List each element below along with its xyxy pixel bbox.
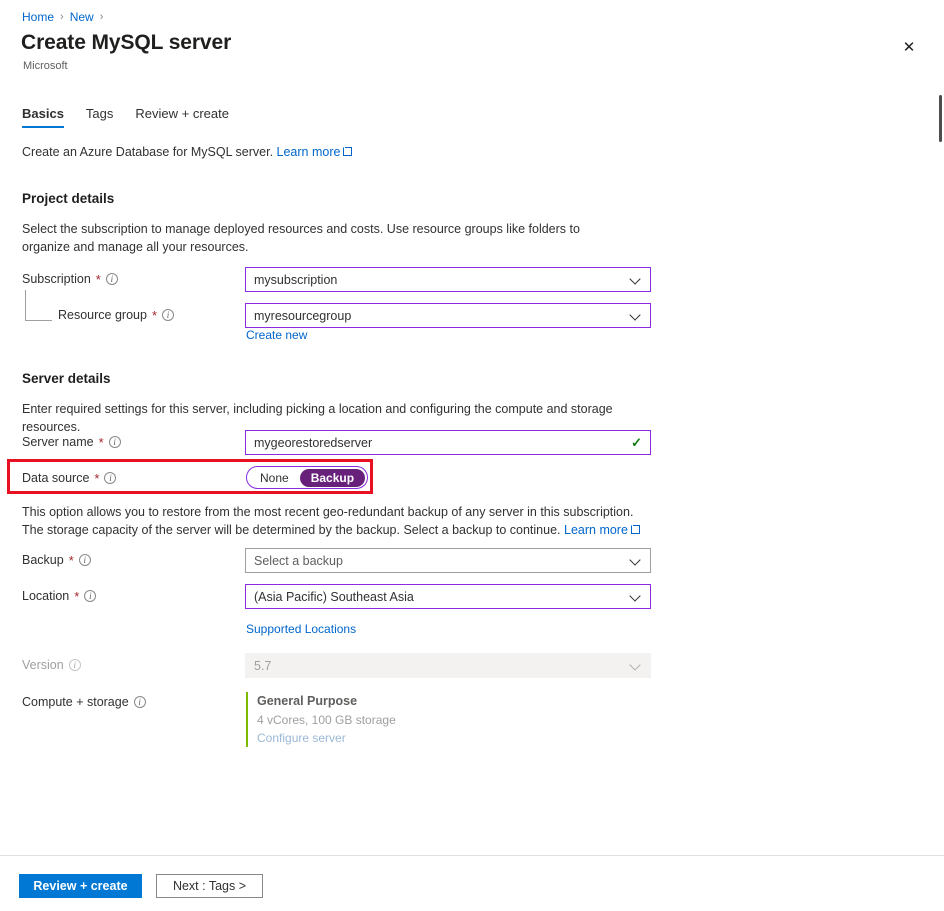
data-source-label-text: Data source — [22, 471, 90, 485]
subscription-label-text: Subscription — [22, 272, 91, 286]
version-label-text: Version — [22, 658, 64, 672]
location-dropdown[interactable]: (Asia Pacific) Southeast Asia — [245, 584, 651, 609]
data-source-option-none[interactable]: None — [249, 469, 300, 487]
tab-list: Basics Tags Review + create — [22, 106, 229, 128]
required-marker: * — [95, 271, 101, 287]
subscription-value: mysubscription — [254, 272, 338, 287]
required-marker: * — [151, 307, 158, 323]
helper-text: This option allows you to restore from t… — [22, 505, 634, 538]
chevron-down-icon — [630, 555, 641, 566]
data-source-toggle[interactable]: None Backup — [246, 466, 369, 489]
resource-group-dropdown[interactable]: myresourcegroup — [245, 303, 651, 328]
next-tags-button[interactable]: Next : Tags > — [156, 874, 263, 898]
info-icon[interactable]: i — [162, 309, 175, 321]
info-icon[interactable]: i — [68, 659, 81, 671]
project-details-description: Select the subscription to manage deploy… — [22, 222, 580, 255]
create-new-resource-group-link[interactable]: Create new — [246, 328, 307, 342]
vertical-scrollbar[interactable] — [932, 0, 944, 911]
info-icon[interactable]: i — [105, 273, 118, 285]
chevron-down-icon — [630, 274, 641, 285]
server-name-label: Server name * i — [22, 435, 121, 449]
footer-divider — [0, 855, 944, 856]
compute-storage-label-text: Compute + storage — [22, 695, 129, 709]
chevron-down-icon — [630, 660, 641, 671]
resource-group-label: Resource group * i — [58, 307, 175, 323]
close-icon[interactable]: ✕ — [896, 34, 922, 60]
review-create-button[interactable]: Review + create — [19, 874, 142, 898]
location-value: (Asia Pacific) Southeast Asia — [254, 589, 414, 604]
server-name-input[interactable]: mygeorestoredserver ✓ — [245, 430, 651, 455]
external-link-icon — [343, 147, 353, 156]
required-marker: * — [98, 434, 104, 450]
blade-intro-text: Create an Azure Database for MySQL serve… — [22, 145, 353, 159]
chevron-down-icon — [630, 591, 641, 602]
compute-storage-tier: General Purpose — [257, 694, 358, 708]
external-link-icon — [630, 525, 640, 535]
location-label: Location * i — [22, 588, 97, 604]
data-source-helper-text: This option allows you to restore from t… — [22, 503, 642, 539]
breadcrumb: Home › New › — [22, 10, 103, 24]
server-name-value: mygeorestoredserver — [254, 435, 373, 450]
helper-learn-more-link[interactable]: Learn more — [564, 523, 628, 537]
required-marker: * — [94, 470, 100, 486]
resource-group-label-text: Resource group — [58, 308, 147, 322]
subscription-dropdown[interactable]: mysubscription — [245, 267, 651, 292]
info-icon[interactable]: i — [104, 472, 117, 484]
chevron-down-icon — [630, 310, 641, 321]
create-mysql-server-blade: Home › New › Create MySQL server Microso… — [0, 0, 944, 911]
valid-check-icon: ✓ — [631, 435, 642, 450]
info-icon[interactable]: i — [108, 436, 121, 448]
intro-learn-more-link[interactable]: Learn more — [277, 145, 341, 159]
tab-tags[interactable]: Tags — [86, 106, 113, 128]
data-source-option-backup[interactable]: Backup — [299, 468, 366, 487]
backup-label-text: Backup — [22, 553, 64, 567]
required-marker: * — [74, 588, 80, 604]
project-details-heading: Project details — [22, 191, 115, 206]
compute-storage-card: General Purpose 4 vCores, 100 GB storage… — [246, 692, 396, 747]
breadcrumb-home[interactable]: Home — [22, 10, 54, 24]
backup-label: Backup * i — [22, 553, 91, 567]
scrollbar-thumb[interactable] — [939, 95, 942, 142]
subscription-label: Subscription * i — [22, 272, 118, 286]
resource-group-tree-connector — [25, 290, 52, 321]
publisher-label: Microsoft — [23, 60, 68, 72]
info-icon[interactable]: i — [78, 554, 91, 566]
backup-dropdown[interactable]: Select a backup — [245, 548, 651, 573]
required-marker: * — [68, 552, 74, 568]
info-icon[interactable]: i — [84, 590, 97, 602]
intro-text: Create an Azure Database for MySQL serve… — [22, 145, 274, 159]
server-details-heading: Server details — [22, 371, 111, 386]
breadcrumb-separator-icon: › — [60, 11, 64, 23]
info-icon[interactable]: i — [133, 696, 146, 708]
data-source-label: Data source * i — [22, 470, 117, 486]
version-value: 5.7 — [254, 658, 272, 673]
page-title: Create MySQL server — [21, 31, 232, 54]
resource-group-value: myresourcegroup — [254, 308, 352, 323]
supported-locations-link[interactable]: Supported Locations — [246, 622, 356, 636]
location-label-text: Location — [22, 589, 70, 603]
breadcrumb-separator-icon-2: › — [99, 11, 104, 23]
server-name-label-text: Server name — [22, 435, 94, 449]
compute-storage-specs: 4 vCores, 100 GB storage — [257, 712, 396, 727]
breadcrumb-new[interactable]: New — [70, 10, 94, 24]
configure-server-link[interactable]: Configure server — [257, 729, 396, 747]
backup-placeholder: Select a backup — [254, 553, 343, 568]
tab-basics[interactable]: Basics — [22, 106, 64, 128]
version-dropdown: 5.7 — [245, 653, 651, 678]
tab-review-create[interactable]: Review + create — [135, 106, 229, 128]
version-label: Version i — [22, 658, 81, 672]
compute-storage-label: Compute + storage i — [22, 695, 146, 709]
